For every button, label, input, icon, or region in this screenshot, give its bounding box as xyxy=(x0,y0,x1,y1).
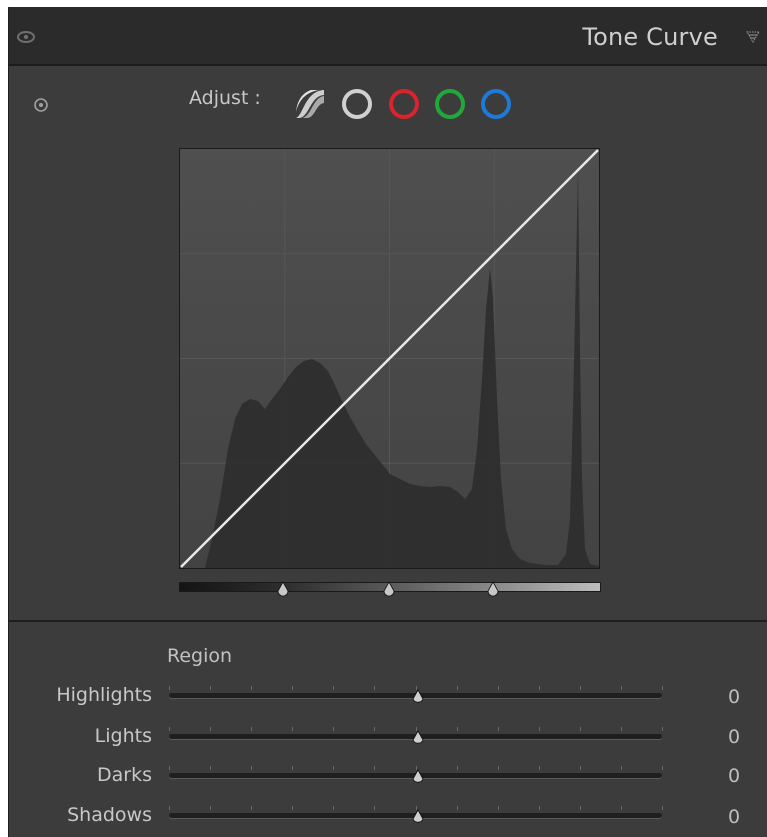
slider-tick xyxy=(333,766,335,770)
rgb-channel-circle-icon[interactable] xyxy=(340,87,374,121)
parametric-curve-icon[interactable] xyxy=(293,87,327,121)
adjust-label: Adjust : xyxy=(189,87,261,109)
lights-slider-thumb[interactable] xyxy=(408,728,428,748)
darks-slider-thumb[interactable] xyxy=(408,767,428,787)
blue-channel-circle-icon[interactable] xyxy=(479,87,513,121)
slider-tick xyxy=(456,727,458,731)
slider-tick xyxy=(333,806,335,810)
highlights-slider-thumb[interactable] xyxy=(408,687,428,707)
slider-tick xyxy=(497,766,499,770)
slider-tick xyxy=(210,766,212,770)
slider-tick xyxy=(620,686,622,690)
slider-tick xyxy=(579,806,581,810)
midtones-split-slider[interactable] xyxy=(380,579,398,599)
slider-tick xyxy=(456,766,458,770)
slider-tick xyxy=(374,806,376,810)
slider-tick xyxy=(169,806,170,810)
slider-tick xyxy=(497,727,499,731)
triangle-down-icon[interactable] xyxy=(746,30,760,44)
slider-tick xyxy=(292,727,294,731)
lights-label: Lights xyxy=(94,725,152,747)
slider-tick xyxy=(579,686,581,690)
slider-tick xyxy=(374,766,376,770)
slider-tick xyxy=(662,806,663,810)
slider-tick xyxy=(620,806,622,810)
slider-tick xyxy=(251,766,253,770)
curve-canvas[interactable] xyxy=(180,149,599,568)
slider-tick xyxy=(538,686,540,690)
target-adjustment-icon[interactable] xyxy=(33,97,49,113)
region-label: Region xyxy=(167,645,233,667)
panel-header[interactable]: Tone Curve xyxy=(9,7,767,66)
slider-tick xyxy=(456,686,458,690)
lights-value[interactable]: 0 xyxy=(724,726,744,748)
slider-tick xyxy=(169,686,170,690)
slider-tick xyxy=(374,727,376,731)
shadows-label: Shadows xyxy=(67,804,152,826)
slider-tick xyxy=(292,766,294,770)
section-divider xyxy=(9,620,767,622)
slider-tick xyxy=(620,766,622,770)
slider-tick xyxy=(662,686,663,690)
slider-tick xyxy=(374,686,376,690)
red-channel-circle-icon[interactable] xyxy=(387,87,421,121)
green-channel-circle-icon[interactable] xyxy=(433,87,467,121)
highlights-split-slider[interactable] xyxy=(484,579,502,599)
shadows-value[interactable]: 0 xyxy=(724,806,744,828)
slider-tick xyxy=(538,727,540,731)
slider-tick xyxy=(292,686,294,690)
tone-curve-graph[interactable] xyxy=(179,148,600,569)
slider-tick xyxy=(169,766,170,770)
darks-label: Darks xyxy=(97,764,152,786)
slider-tick xyxy=(497,806,499,810)
darks-value[interactable]: 0 xyxy=(724,765,744,787)
eye-icon[interactable] xyxy=(16,30,36,44)
tone-curve-panel: Tone Curve Adjust : Region Highlights 0 … xyxy=(8,7,767,837)
slider-tick xyxy=(169,727,170,731)
slider-tick xyxy=(333,727,335,731)
slider-tick xyxy=(210,686,212,690)
slider-tick xyxy=(333,686,335,690)
slider-tick xyxy=(497,686,499,690)
slider-tick xyxy=(251,727,253,731)
slider-tick xyxy=(251,806,253,810)
panel-title: Tone Curve xyxy=(582,23,718,51)
highlights-label: Highlights xyxy=(56,684,152,706)
slider-tick xyxy=(579,766,581,770)
slider-tick xyxy=(251,686,253,690)
slider-tick xyxy=(210,727,212,731)
shadows-split-slider[interactable] xyxy=(274,579,292,599)
slider-tick xyxy=(292,806,294,810)
slider-tick xyxy=(538,766,540,770)
shadows-slider-thumb[interactable] xyxy=(408,807,428,827)
slider-tick xyxy=(579,727,581,731)
slider-tick xyxy=(538,806,540,810)
slider-tick xyxy=(662,727,663,731)
slider-tick xyxy=(662,766,663,770)
highlights-value[interactable]: 0 xyxy=(724,686,744,708)
slider-tick xyxy=(456,806,458,810)
slider-tick xyxy=(620,727,622,731)
slider-tick xyxy=(210,806,212,810)
